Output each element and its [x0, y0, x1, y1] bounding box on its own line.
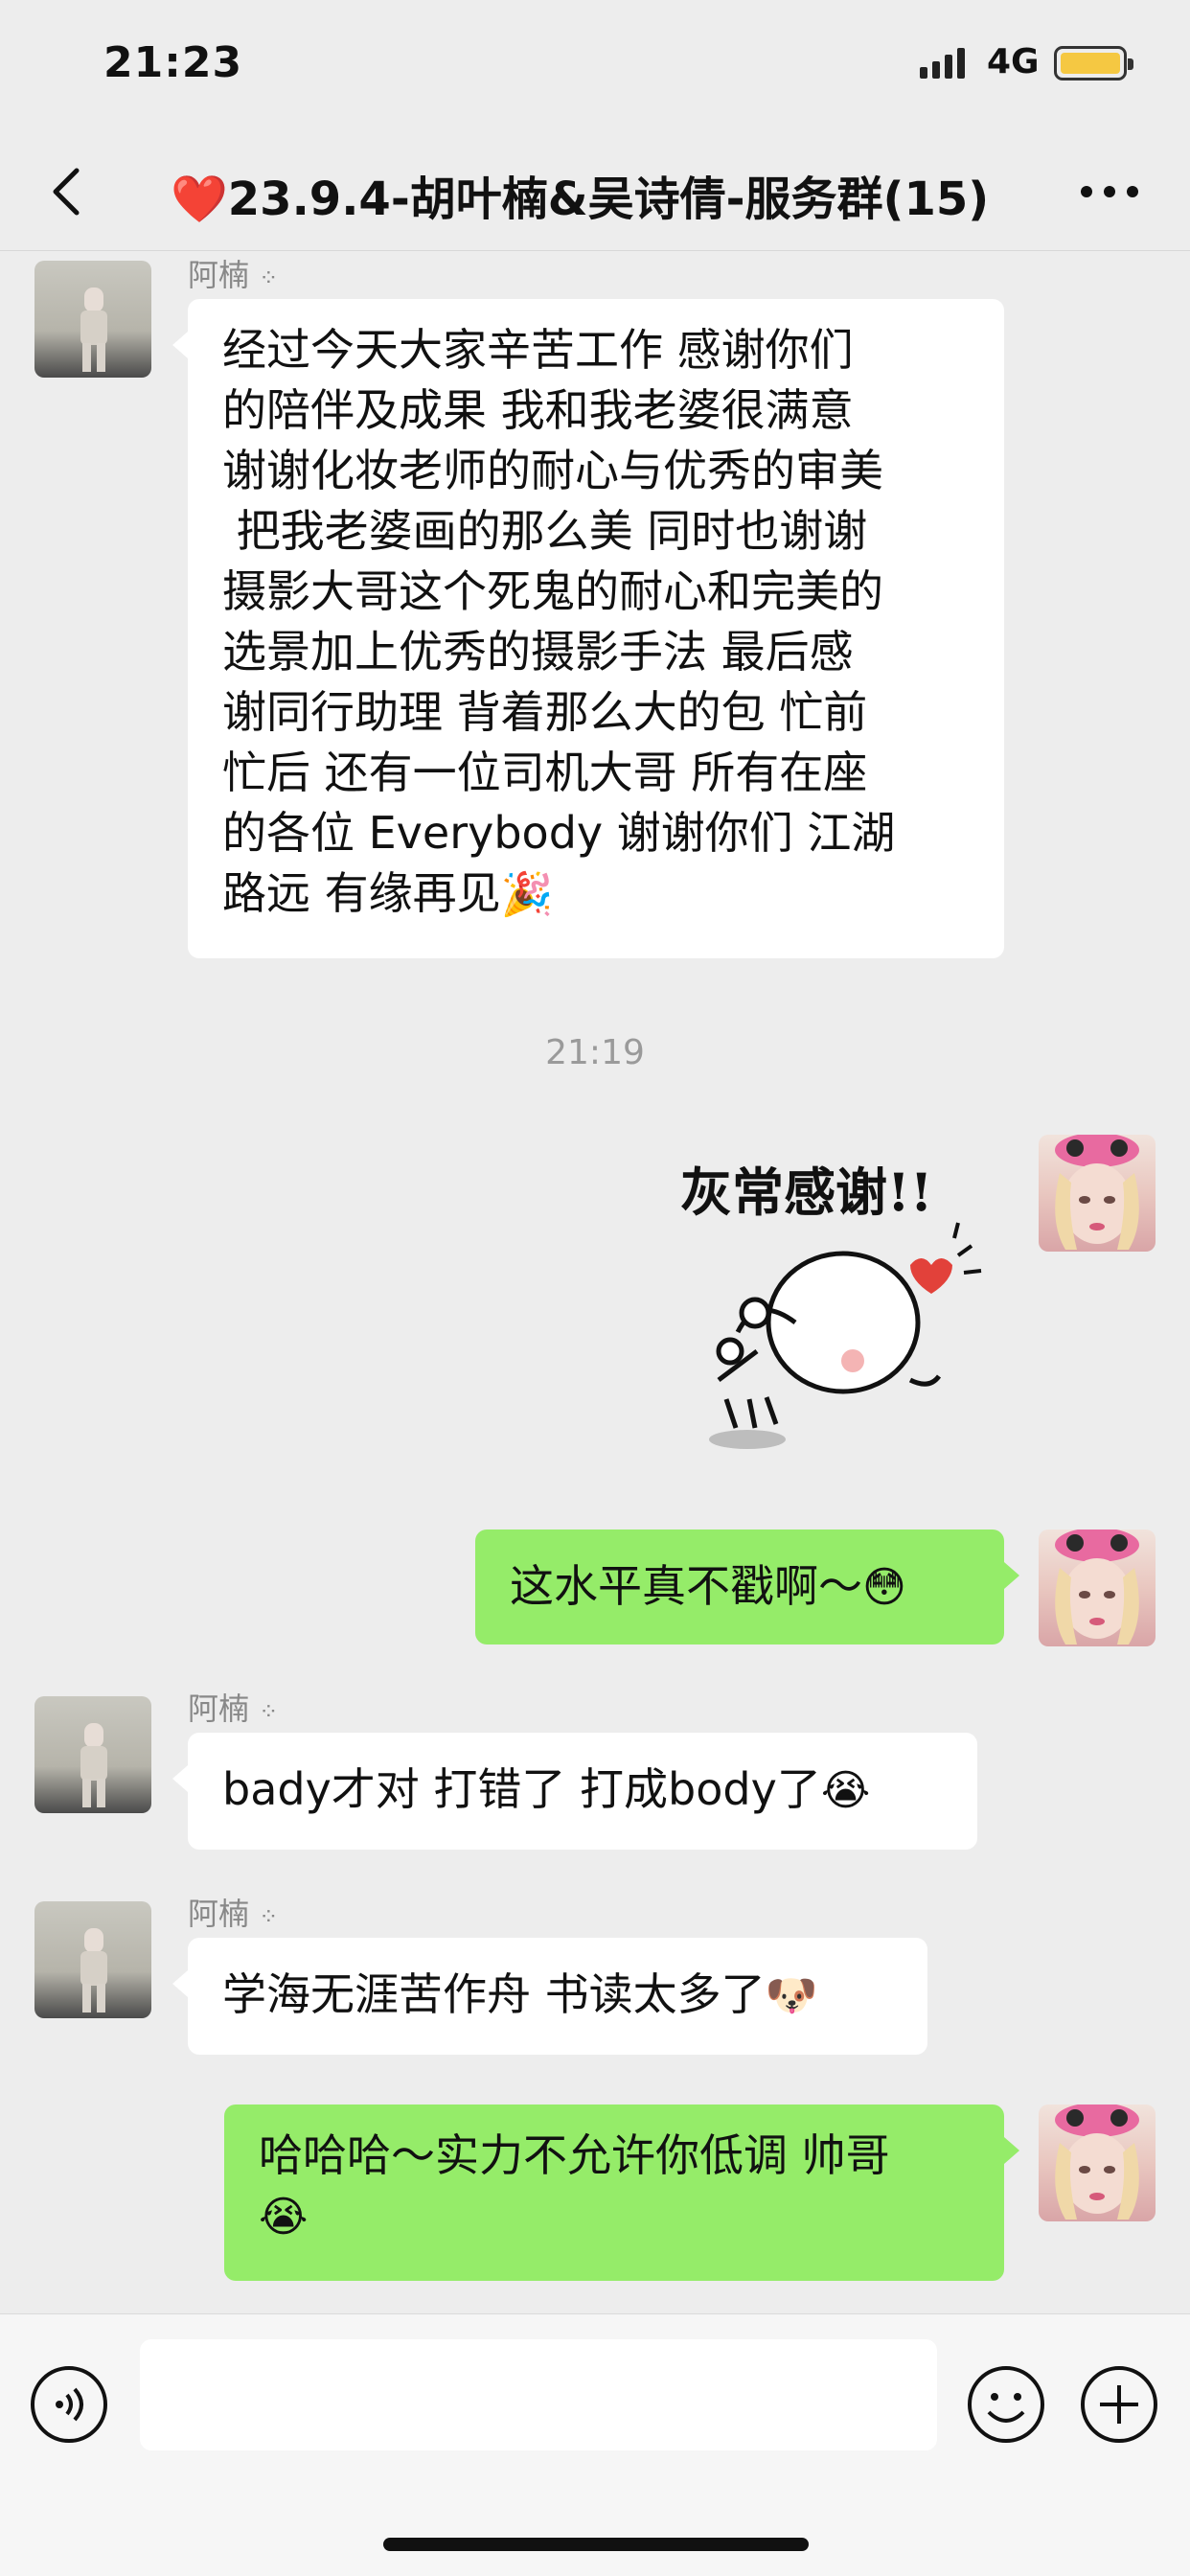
message-text: bady才对 打错了 打成body了 [222, 1763, 821, 1815]
sticker-caption: 灰常感谢!! [680, 1162, 933, 1223]
input-bar [0, 2313, 1190, 2576]
message-bubble[interactable]: 学海无涯苦作舟 书读太多了🐶 [172, 1938, 927, 2055]
chat-screen: 21:23 4G ❤️23.9.4-胡叶楠&吴诗倩-服务群(15) 阿楠 ⁘ 经… [0, 0, 1190, 2576]
message-bubble[interactable]: bady才对 打错了 打成body了😭 [172, 1733, 977, 1850]
message-bubble[interactable]: 哈哈哈～实力不允许你低调 帅哥 😭 [224, 2104, 1019, 2281]
voice-icon[interactable] [29, 2364, 109, 2445]
status-time: 21:23 [103, 38, 243, 87]
back-icon[interactable] [38, 163, 96, 220]
party-popper-icon: 🎉 [500, 870, 554, 919]
message-line: 的陪伴及成果 我和我老婆很满意 [222, 384, 854, 436]
sender-name: 阿楠 ⁘ [188, 1896, 279, 1932]
crying-face-icon: 😭 [259, 2193, 309, 2242]
avatar[interactable] [1039, 1135, 1156, 1252]
flushed-face-icon: 😳 [862, 1563, 906, 1612]
message-line: 路远 有缘再见🎉 [222, 867, 554, 919]
status-bar: 21:23 4G [0, 0, 1190, 134]
message-input[interactable] [140, 2339, 937, 2450]
message-line: 的各位 Everybody 谢谢你们 江湖 [222, 807, 896, 859]
sender-name: 阿楠 ⁘ [188, 1690, 279, 1727]
more-icon[interactable] [1071, 163, 1148, 220]
message-text: 这水平真不戳啊～ [510, 1560, 862, 1612]
crying-face-icon: 😭 [820, 1766, 871, 1815]
avatar[interactable] [34, 261, 151, 378]
dog-face-icon: 🐶 [765, 1971, 818, 2020]
message-line: 忙后 还有一位司机大哥 所有在座 [222, 747, 868, 798]
emoji-icon[interactable] [966, 2364, 1046, 2445]
home-indicator[interactable] [383, 2538, 809, 2551]
message-line: 哈哈哈～实力不允许你低调 帅哥 [259, 2129, 890, 2181]
message-bubble[interactable]: 经过今天大家辛苦工作 感谢你们 的陪伴及成果 我和我老婆很满意 谢谢化妆老师的耐… [172, 299, 1004, 958]
battery-icon [1054, 46, 1133, 80]
avatar[interactable] [34, 1901, 151, 2018]
avatar[interactable] [1039, 2104, 1156, 2221]
message-line: 谢同行助理 背着那么大的包 忙前 [222, 686, 868, 738]
chat-title: ❤️23.9.4-胡叶楠&吴诗倩-服务群(15) [171, 172, 990, 226]
plus-icon[interactable] [1079, 2364, 1159, 2445]
message-line: 谢谢化妆老师的耐心与优秀的审美 [222, 445, 883, 496]
sticker[interactable]: 灰常感谢!! [680, 1150, 987, 1466]
message-line: 选景加上优秀的摄影手法 最后感 [222, 626, 854, 678]
avatar[interactable] [1039, 1530, 1156, 1646]
message-text: 学海无涯苦作舟 书读太多了 [222, 1968, 766, 2020]
nav-bar: ❤️23.9.4-胡叶楠&吴诗倩-服务群(15) [0, 134, 1190, 251]
network-type: 4G [987, 42, 1040, 81]
thanks-sticker-icon [709, 1222, 982, 1449]
sender-name: 阿楠 ⁘ [188, 257, 279, 293]
signal-icon [920, 48, 965, 79]
timestamp: 21:19 [545, 1033, 645, 1072]
message-bubble[interactable]: 这水平真不戳啊～😳 [475, 1530, 1019, 1644]
message-line: 经过今天大家辛苦工作 感谢你们 [222, 324, 854, 376]
avatar[interactable] [34, 1696, 151, 1813]
message-line: 把我老婆画的那么美 同时也谢谢 [222, 505, 868, 557]
message-line: 摄影大哥这个死鬼的耐心和完美的 [222, 565, 883, 617]
